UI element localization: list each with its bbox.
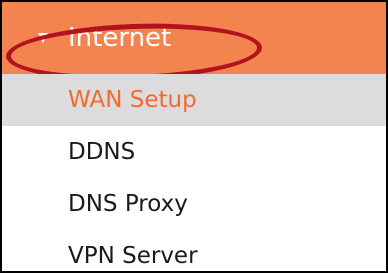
submenu-item-label: VPN Server [68, 243, 198, 269]
expanded-triangle-icon [38, 33, 48, 43]
submenu-item-label: DNS Proxy [68, 191, 188, 217]
submenu-item-label: WAN Setup [68, 87, 197, 113]
submenu-item-wan-setup[interactable]: WAN Setup [2, 74, 386, 126]
menu-header-label: Internet [68, 23, 172, 53]
submenu-list: WAN Setup DDNS DNS Proxy VPN Server [2, 74, 386, 271]
menu-header-internet[interactable]: Internet [2, 2, 386, 74]
submenu-item-vpn-server[interactable]: VPN Server [2, 230, 386, 271]
submenu-item-label: DDNS [68, 139, 136, 165]
screenshot-frame: Internet WAN Setup DDNS DNS Proxy VPN Se… [0, 0, 388, 273]
submenu-item-ddns[interactable]: DDNS [2, 126, 386, 178]
submenu-item-dns-proxy[interactable]: DNS Proxy [2, 178, 386, 230]
